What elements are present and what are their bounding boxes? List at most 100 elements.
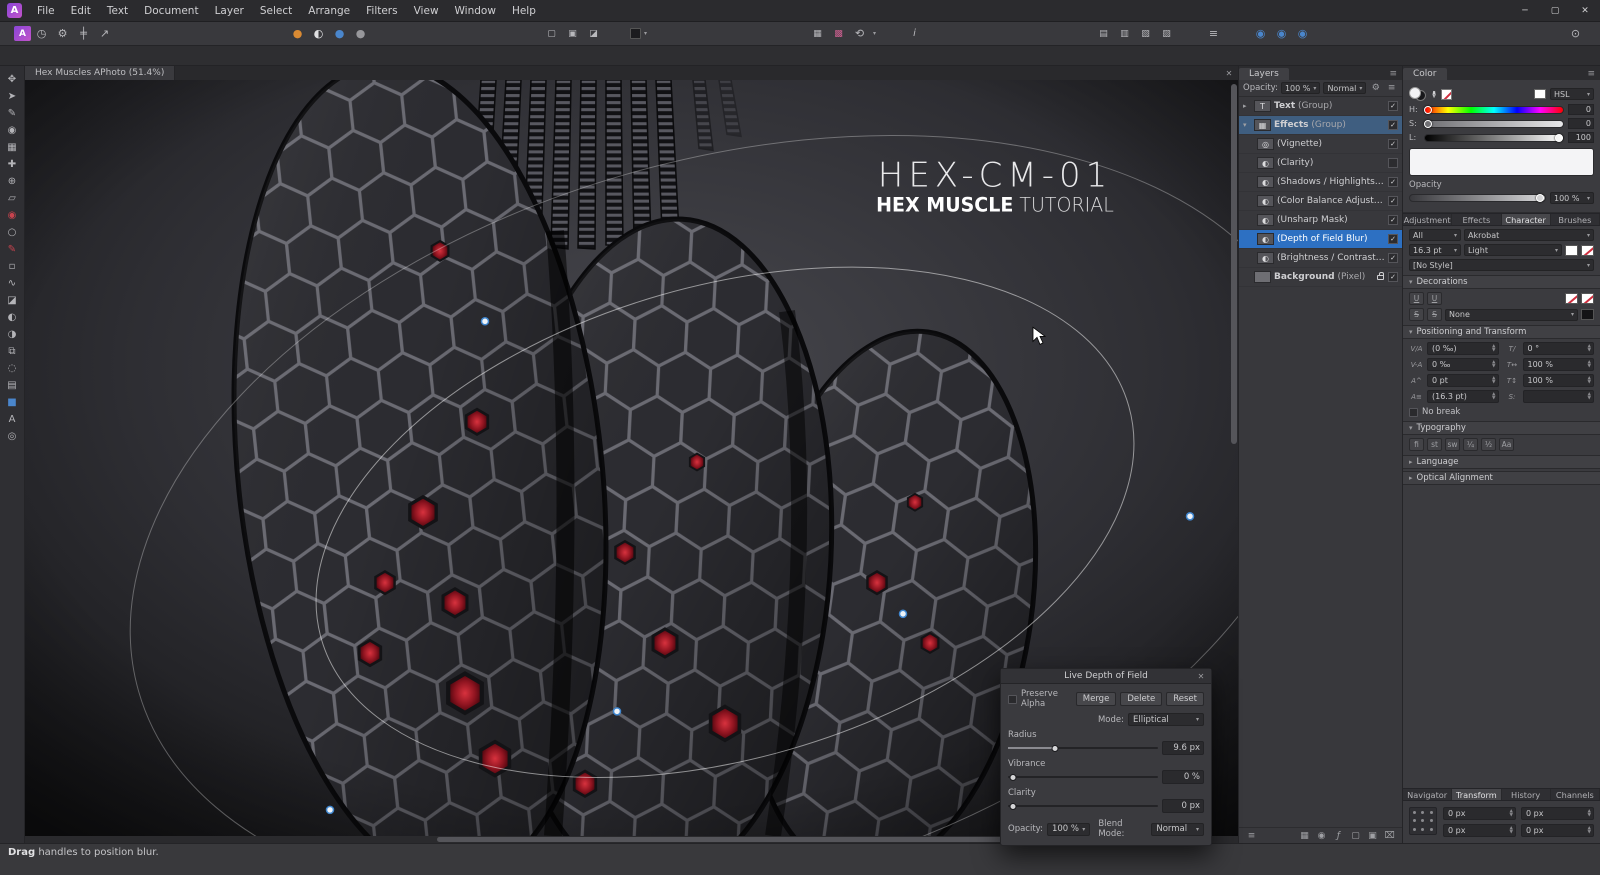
color-opacity-slider[interactable] <box>1409 194 1546 202</box>
tab-character[interactable]: Character <box>1501 214 1551 225</box>
blackwhite-preview-icon[interactable]: ◐ <box>308 24 329 43</box>
delete-button[interactable]: Delete <box>1120 692 1163 706</box>
pixel-grid-icon[interactable]: ▦ <box>807 24 828 43</box>
horizontal-scrollbar-thumb[interactable] <box>437 837 1069 842</box>
layer-row-background[interactable]: Background (Pixel) ✓ <box>1239 268 1402 287</box>
lightness-slider[interactable] <box>1424 133 1564 142</box>
dof-handle[interactable] <box>325 805 335 815</box>
strikethrough-icon[interactable]: S <box>1409 308 1424 321</box>
move-tool[interactable]: ➤ <box>2 88 23 105</box>
layer-row-text-group[interactable]: ▸ T Text (Group) ✓ <box>1239 97 1402 116</box>
saturation-value[interactable]: 0 <box>1568 118 1594 129</box>
close-icon[interactable]: ✕ <box>1194 669 1208 684</box>
layer-visibility-checkbox[interactable]: ✓ <box>1388 177 1398 187</box>
close-button[interactable]: ✕ <box>1570 0 1600 22</box>
text-style-dropdown[interactable]: [No Style] ▾ <box>1409 259 1594 271</box>
red-eye-removal-tool[interactable]: ◉ <box>2 207 23 224</box>
pixel-tool[interactable]: ▫ <box>2 258 23 275</box>
mask-layer-icon[interactable]: ▦ <box>1298 829 1311 842</box>
underline-icon[interactable]: U <box>1409 292 1424 305</box>
layer-visibility-checkbox[interactable]: ✓ <box>1388 272 1398 282</box>
double-strikethrough-icon[interactable]: S <box>1427 308 1442 321</box>
burn-brush-tool[interactable]: ◑ <box>2 326 23 343</box>
font-family-dropdown[interactable]: Akrobat ▾ <box>1464 229 1594 241</box>
lightness-value[interactable]: 100 <box>1568 132 1594 143</box>
layer-settings-icon[interactable]: ⚙ <box>1369 82 1382 95</box>
layer-visibility-checkbox[interactable]: ✓ <box>1388 215 1398 225</box>
document-tab[interactable]: Hex Muscles APhoto (51.4%) <box>25 66 176 80</box>
fractions-icon[interactable]: ¼ <box>1463 438 1478 451</box>
tab-effects[interactable]: Effects <box>1452 214 1502 225</box>
layer-row-effects-group[interactable]: ▾ ▦ Effects (Group) ✓ <box>1239 116 1402 135</box>
flood-fill-tool[interactable]: ■ <box>2 394 23 411</box>
underline-color-swatch[interactable] <box>1565 293 1578 304</box>
layer-options-icon[interactable]: ≡ <box>1385 82 1398 95</box>
gradient-tool[interactable]: ▤ <box>2 377 23 394</box>
layers-tab[interactable]: Layers <box>1239 68 1289 80</box>
dialog-title-bar[interactable]: Live Depth of Field ✕ <box>1001 669 1211 684</box>
blend-mode-dropdown[interactable]: Normal ▾ <box>1323 82 1367 94</box>
optical-alignment-section-header[interactable]: ▸ Optical Alignment <box>1403 471 1600 485</box>
menu-document[interactable]: Document <box>136 0 206 22</box>
layer-row-brightness-contrast[interactable]: ◐ (Brightness / Contrast Adju... ✓ <box>1239 249 1402 268</box>
reset-button[interactable]: Reset <box>1166 692 1204 706</box>
current-color-swatch[interactable] <box>1534 89 1546 99</box>
crop-tool[interactable]: ▦ <box>2 139 23 156</box>
stylistic-alternates-icon[interactable]: Aa <box>1499 438 1514 451</box>
dodge-brush-tool[interactable]: ◐ <box>2 309 23 326</box>
blemish-removal-tool[interactable]: ○ <box>2 224 23 241</box>
dof-handle[interactable] <box>480 317 490 326</box>
dof-handle[interactable] <box>1185 512 1195 521</box>
adjustment-layer-icon[interactable]: ◉ <box>1315 829 1328 842</box>
layer-opacity-dropdown[interactable]: 100 % ▾ <box>1280 82 1321 94</box>
swash-icon[interactable]: sw <box>1445 438 1460 451</box>
vibrance-slider-thumb[interactable] <box>1009 773 1016 781</box>
app-logo-icon[interactable]: A <box>7 3 22 18</box>
dof-handle[interactable] <box>612 707 622 716</box>
align-left-icon[interactable]: ▤ <box>1093 24 1114 43</box>
mask-overlay-icon[interactable]: ▩ <box>828 24 849 43</box>
layer-visibility-checkbox[interactable] <box>1388 158 1398 168</box>
blue-channel-icon[interactable]: ● <box>329 24 350 43</box>
font-collection-dropdown[interactable]: All ▾ <box>1409 229 1461 241</box>
delete-layer-icon[interactable]: ⌧ <box>1383 829 1396 842</box>
discretionary-ligatures-icon[interactable]: st <box>1427 438 1442 451</box>
vibrance-slider[interactable] <box>1008 771 1158 783</box>
color-preview[interactable] <box>1409 148 1594 176</box>
panel-menu-icon[interactable]: ≡ <box>1384 69 1402 80</box>
dof-handle[interactable] <box>898 609 908 619</box>
patch-tool[interactable]: ▱ <box>2 190 23 207</box>
softproof-icon[interactable]: ● <box>287 24 308 43</box>
tab-adjustment[interactable]: Adjustment <box>1403 214 1453 225</box>
flood-select-tool[interactable]: ◉ <box>2 122 23 139</box>
blur-brush-tool[interactable]: ◌ <box>2 360 23 377</box>
photo-persona-icon[interactable]: A <box>14 26 31 41</box>
decoration-color-swatch[interactable] <box>1581 309 1594 320</box>
tracking-field[interactable]: 0 ‰ ▲ ▼ <box>1427 358 1499 371</box>
share-icon[interactable]: ↗ <box>94 24 115 43</box>
font-weight-dropdown[interactable]: Light ▾ <box>1464 244 1562 256</box>
healing-brush-tool[interactable]: ⊕ <box>2 173 23 190</box>
layer-visibility-checkbox[interactable]: ✓ <box>1388 101 1398 111</box>
layer-row-shadows-highlights[interactable]: ◐ (Shadows / Highlights Adj... ✓ <box>1239 173 1402 192</box>
menu-help[interactable]: Help <box>504 0 544 22</box>
color-model-dropdown[interactable]: HSL ▾ <box>1550 88 1594 100</box>
new-group-icon[interactable]: ▣ <box>1366 829 1379 842</box>
anchor-point-selector[interactable] <box>1409 807 1437 835</box>
menu-text[interactable]: Text <box>99 0 136 22</box>
saturation-slider[interactable] <box>1423 119 1564 128</box>
text-tool[interactable]: A <box>2 411 23 428</box>
menu-edit[interactable]: Edit <box>63 0 99 22</box>
layer-row-unsharp-mask[interactable]: ◐ (Unsharp Mask) ✓ <box>1239 211 1402 230</box>
selection-new-icon[interactable]: ▢ <box>541 24 562 43</box>
selection-subtract-icon[interactable]: ◪ <box>583 24 604 43</box>
rotate-canvas-icon[interactable]: ⟲ <box>849 24 870 43</box>
color-opacity-slider-thumb[interactable] <box>1535 194 1544 202</box>
radius-slider-thumb[interactable] <box>1051 744 1058 752</box>
spacing-field[interactable]: ▲ ▼ <box>1522 390 1594 403</box>
expand-arrow-icon[interactable]: ▾ <box>1243 121 1251 129</box>
hue-slider[interactable] <box>1423 105 1564 114</box>
lightness-slider-thumb[interactable] <box>1554 133 1563 142</box>
layer-row-clarity[interactable]: ◐ (Clarity) <box>1239 154 1402 173</box>
color-tab[interactable]: Color <box>1403 68 1447 80</box>
